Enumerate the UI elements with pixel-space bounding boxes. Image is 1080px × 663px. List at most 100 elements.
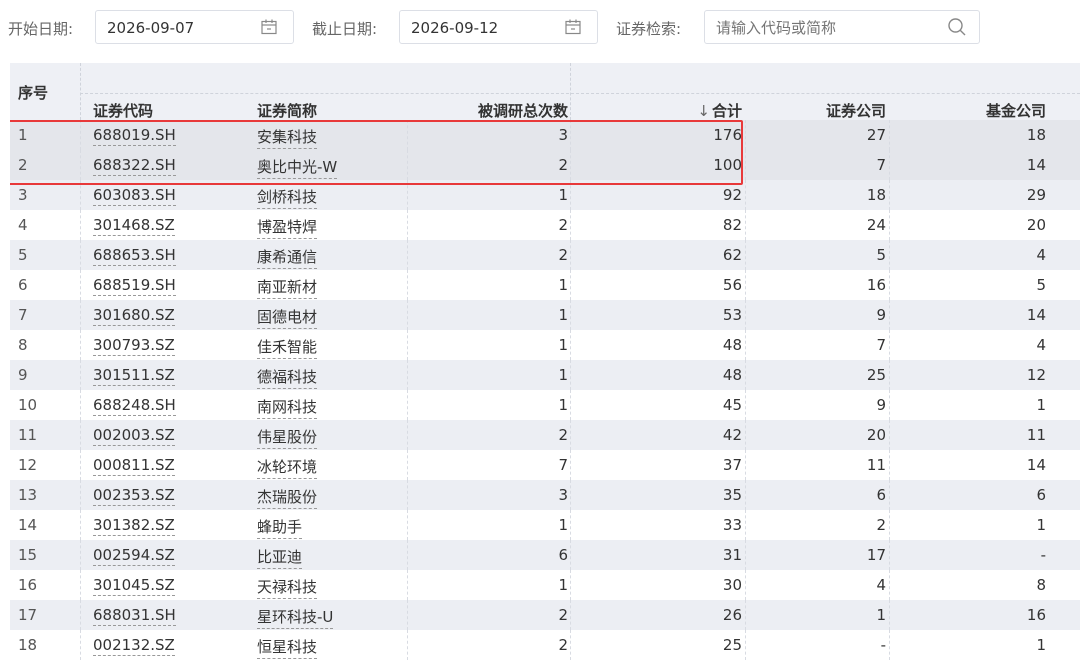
cell-code[interactable]: 301045.SZ xyxy=(93,576,175,596)
cell-name[interactable]: 天禄科技 xyxy=(257,576,318,599)
table-row[interactable]: 4 301468.SZ 博盈特焊 2 82 24 20 xyxy=(10,210,1080,240)
cell-code[interactable]: 000811.SZ xyxy=(93,456,175,476)
table-row[interactable]: 12 000811.SZ 冰轮环境 7 37 11 14 xyxy=(10,450,1080,480)
cell-visits: 2 xyxy=(558,216,568,234)
cell-total: 62 xyxy=(722,246,742,264)
cell-code[interactable]: 688031.SH xyxy=(93,606,176,626)
cell-name[interactable]: 博盈特焊 xyxy=(257,216,318,239)
cell-broker: 25 xyxy=(866,366,886,384)
cell-fund: 29 xyxy=(1026,186,1046,204)
cell-code[interactable]: 301511.SZ xyxy=(93,366,175,386)
cell-seq: 12 xyxy=(18,456,38,474)
cell-name[interactable]: 南亚新材 xyxy=(257,276,318,299)
header-name[interactable]: 证券简称 xyxy=(257,100,317,121)
search-label: 证券检索: xyxy=(616,20,682,38)
sort-down-icon[interactable]: ↓ xyxy=(697,102,710,120)
table-row[interactable]: 11 002003.SZ 伟星股份 2 42 20 11 xyxy=(10,420,1080,450)
cell-fund: 1 xyxy=(1036,516,1046,534)
table-row[interactable]: 15 002594.SZ 比亚迪 6 31 17 - xyxy=(10,540,1080,570)
cell-code[interactable]: 688653.SH xyxy=(93,246,176,266)
cell-broker: 6 xyxy=(876,486,886,504)
cell-code[interactable]: 002594.SZ xyxy=(93,546,175,566)
cell-visits: 6 xyxy=(558,546,568,564)
cell-total: 48 xyxy=(722,336,742,354)
header-total[interactable]: ↓ 合计 xyxy=(697,100,742,121)
cell-name[interactable]: 冰轮环境 xyxy=(257,456,318,479)
cell-seq: 13 xyxy=(18,486,38,504)
table-row[interactable]: 9 301511.SZ 德福科技 1 48 25 12 xyxy=(10,360,1080,390)
cell-fund: 5 xyxy=(1036,276,1046,294)
cell-name[interactable]: 比亚迪 xyxy=(257,546,303,569)
cell-seq: 1 xyxy=(18,126,28,144)
cell-code[interactable]: 002353.SZ xyxy=(93,486,175,506)
cell-code[interactable]: 603083.SH xyxy=(93,186,176,206)
cell-visits: 1 xyxy=(558,186,568,204)
cell-code[interactable]: 300793.SZ xyxy=(93,336,175,356)
search-box[interactable] xyxy=(704,10,980,44)
cell-name[interactable]: 伟星股份 xyxy=(257,426,318,449)
cell-name[interactable]: 德福科技 xyxy=(257,366,318,389)
table-row[interactable]: 5 688653.SH 康希通信 2 62 5 4 xyxy=(10,240,1080,270)
cell-name[interactable]: 康希通信 xyxy=(257,246,318,269)
cell-fund: 11 xyxy=(1026,426,1046,444)
cell-total: 31 xyxy=(722,546,742,564)
calendar-icon[interactable] xyxy=(260,18,278,36)
table-row[interactable]: 13 002353.SZ 杰瑞股份 3 35 6 6 xyxy=(10,480,1080,510)
table-row[interactable]: 14 301382.SZ 蜂助手 1 33 2 1 xyxy=(10,510,1080,540)
table-row[interactable]: 7 301680.SZ 固德电材 1 53 9 14 xyxy=(10,300,1080,330)
cell-seq: 10 xyxy=(18,396,38,414)
table-row[interactable]: 2 688322.SH 奥比中光-W 2 100 7 14 xyxy=(10,150,1080,180)
table-row[interactable]: 6 688519.SH 南亚新材 1 56 16 5 xyxy=(10,270,1080,300)
header-code[interactable]: 证券代码 xyxy=(93,100,153,121)
cell-code[interactable]: 002132.SZ xyxy=(93,636,175,656)
header-fund[interactable]: 基金公司 xyxy=(986,100,1046,121)
cell-fund: 6 xyxy=(1036,486,1046,504)
cell-name[interactable]: 星环科技-U xyxy=(257,606,334,629)
cell-visits: 1 xyxy=(558,366,568,384)
header-visits[interactable]: 被调研总次数 xyxy=(478,100,568,121)
cell-name[interactable]: 奥比中光-W xyxy=(257,156,338,179)
start-date-picker[interactable]: 2026-09-07 xyxy=(95,10,294,44)
cell-name[interactable]: 恒星科技 xyxy=(257,636,318,659)
header-seq[interactable]: 序号 xyxy=(18,82,48,103)
cell-name[interactable]: 杰瑞股份 xyxy=(257,486,318,509)
cell-code[interactable]: 688019.SH xyxy=(93,126,176,146)
cell-broker: 9 xyxy=(876,306,886,324)
cell-total: 100 xyxy=(713,156,742,174)
cell-name[interactable]: 固德电材 xyxy=(257,306,318,329)
cell-seq: 18 xyxy=(18,636,38,654)
cell-visits: 3 xyxy=(558,126,568,144)
cell-seq: 4 xyxy=(18,216,28,234)
table-row[interactable]: 18 002132.SZ 恒星科技 2 25 - 1 xyxy=(10,630,1080,660)
cell-total: 53 xyxy=(722,306,742,324)
search-icon[interactable] xyxy=(947,17,966,36)
cell-name[interactable]: 南网科技 xyxy=(257,396,318,419)
table-row[interactable]: 3 603083.SH 剑桥科技 1 92 18 29 xyxy=(10,180,1080,210)
header-broker[interactable]: 证券公司 xyxy=(826,100,886,121)
table-row[interactable]: 1 688019.SH 安集科技 3 176 27 18 xyxy=(10,120,1080,150)
cell-code[interactable]: 301468.SZ xyxy=(93,216,175,236)
cell-visits: 3 xyxy=(558,486,568,504)
cell-visits: 2 xyxy=(558,246,568,264)
search-input[interactable] xyxy=(716,19,936,37)
table-row[interactable]: 16 301045.SZ 天禄科技 1 30 4 8 xyxy=(10,570,1080,600)
cell-name[interactable]: 蜂助手 xyxy=(257,516,303,539)
cell-code[interactable]: 002003.SZ xyxy=(93,426,175,446)
cell-code[interactable]: 688322.SH xyxy=(93,156,176,176)
cell-fund: 8 xyxy=(1036,576,1046,594)
cell-code[interactable]: 688248.SH xyxy=(93,396,176,416)
calendar-icon[interactable] xyxy=(564,18,582,36)
table-row[interactable]: 10 688248.SH 南网科技 1 45 9 1 xyxy=(10,390,1080,420)
cell-broker: 2 xyxy=(876,516,886,534)
cell-broker: 11 xyxy=(866,456,886,474)
cell-name[interactable]: 佳禾智能 xyxy=(257,336,318,359)
cell-code[interactable]: 301680.SZ xyxy=(93,306,175,326)
cell-fund: 20 xyxy=(1026,216,1046,234)
cell-code[interactable]: 688519.SH xyxy=(93,276,176,296)
end-date-picker[interactable]: 2026-09-12 xyxy=(399,10,598,44)
cell-name[interactable]: 剑桥科技 xyxy=(257,186,318,209)
cell-code[interactable]: 301382.SZ xyxy=(93,516,175,536)
table-row[interactable]: 8 300793.SZ 佳禾智能 1 48 7 4 xyxy=(10,330,1080,360)
cell-name[interactable]: 安集科技 xyxy=(257,126,318,149)
table-row[interactable]: 17 688031.SH 星环科技-U 2 26 1 16 xyxy=(10,600,1080,630)
